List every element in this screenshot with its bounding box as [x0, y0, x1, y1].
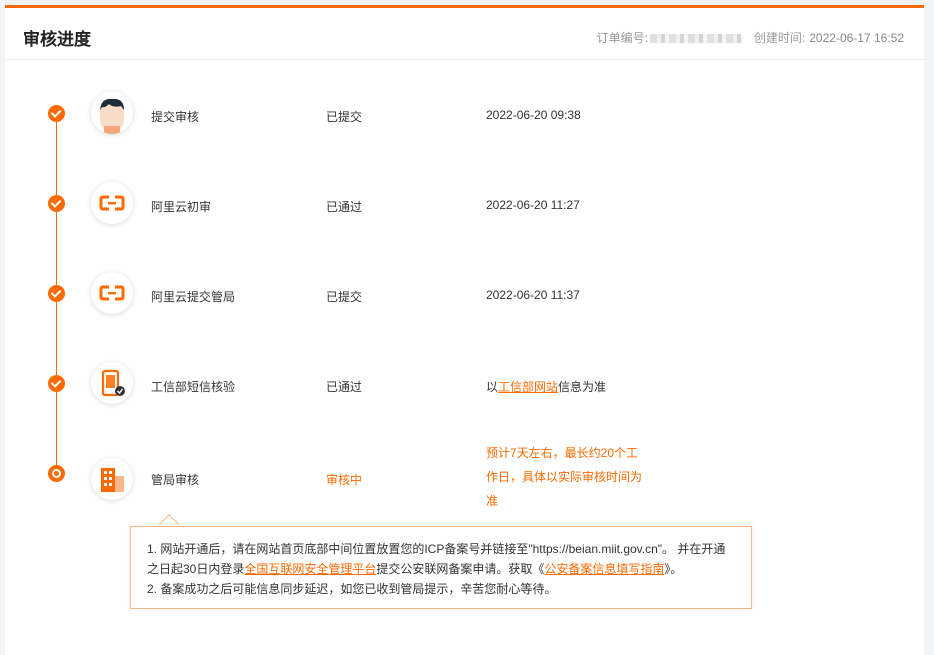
- order-number-label: 订单编号:: [596, 31, 648, 45]
- in-progress-icon: [48, 465, 65, 482]
- step-name: 管局审核: [151, 473, 200, 487]
- step-time: 2022-06-20 11:37: [486, 288, 580, 302]
- step-status: 审核中: [326, 473, 363, 487]
- step-status: 已提交: [326, 110, 363, 124]
- panel-header: 审核进度 订单编号: 创建时间: 2022-06-17 16:52: [5, 8, 924, 60]
- time-prefix: 以: [486, 380, 499, 394]
- tip-line-3: 2. 备案成功之后可能信息同步延迟，如您已收到管局提示，辛苦您耐心等待。: [147, 582, 557, 596]
- step-status: 已通过: [326, 380, 363, 394]
- step-time: 2022-06-20 09:38: [486, 108, 581, 122]
- audit-progress-panel: 审核进度 订单编号: 创建时间: 2022-06-17 16:52 提交审核 已提交…: [5, 5, 924, 655]
- security-platform-link[interactable]: 全国互联网安全管理平台: [244, 562, 376, 576]
- aliyun-logo-icon: [91, 182, 133, 224]
- check-icon: [48, 375, 65, 392]
- order-meta: 订单编号: 创建时间: 2022-06-17 16:52: [597, 29, 904, 46]
- step-status: 已通过: [326, 200, 363, 214]
- step-time: 2022-06-20 11:27: [486, 198, 580, 212]
- step-name: 阿里云初审: [151, 200, 212, 214]
- tip-line-2-prefix: 之日起30日内登录: [147, 562, 245, 576]
- phone-verify-icon: [91, 362, 133, 404]
- created-time-label: 创建时间:: [753, 31, 806, 45]
- step-sms-verify: 工信部短信核验 已通过 以工信部网站信息为准: [5, 358, 924, 418]
- filing-tip-box: 1. 网站开通后，请在网站首页底部中间位置放置您的ICP备案号并链接至"http…: [130, 526, 752, 609]
- step-estimate-note: 预计7天左右，最长约20个工作日，具体以实际审核时间为准: [486, 446, 643, 508]
- created-time-value: 2022-06-17 16:52: [809, 31, 904, 45]
- aliyun-logo-icon: [91, 272, 133, 314]
- step-aliyun-submit-bureau: 阿里云提交管局 已提交 2022-06-20 11:37: [5, 268, 924, 328]
- time-suffix: 信息为准: [558, 380, 607, 394]
- step-aliyun-review: 阿里云初审 已通过 2022-06-20 11:27: [5, 178, 924, 238]
- step-name: 工信部短信核验: [151, 380, 236, 394]
- order-number-masked: [649, 34, 742, 44]
- step-time-note: 以工信部网站信息为准: [486, 378, 606, 395]
- check-icon: [48, 285, 65, 302]
- building-icon: [91, 458, 133, 500]
- check-icon: [48, 105, 65, 122]
- miit-website-link[interactable]: 工信部网站: [498, 380, 558, 394]
- step-submit: 提交审核 已提交 2022-06-20 09:38: [5, 88, 924, 148]
- tip-line-2-suffix: 》。: [664, 562, 683, 576]
- tip-line-1: 1. 网站开通后，请在网站首页底部中间位置放置您的ICP备案号并链接至"http…: [147, 542, 726, 556]
- check-icon: [48, 195, 65, 212]
- step-name: 提交审核: [151, 110, 200, 124]
- page-title: 审核进度: [23, 30, 91, 49]
- step-bureau-review: 管局审核 审核中 预计7天左右，最长约20个工作日，具体以实际审核时间为准: [5, 446, 924, 508]
- tip-line-2: 之日起30日内登录全国互联网安全管理平台提交公安联网备案申请。获取《公安备案信息…: [147, 559, 735, 579]
- tip-line-2-middle: 提交公安联网备案申请。获取《: [376, 562, 545, 576]
- step-status: 已提交: [326, 290, 363, 304]
- step-name: 阿里云提交管局: [151, 290, 236, 304]
- user-avatar-icon: [91, 92, 133, 134]
- police-filing-guide-link[interactable]: 公安备案信息填写指南: [544, 562, 664, 576]
